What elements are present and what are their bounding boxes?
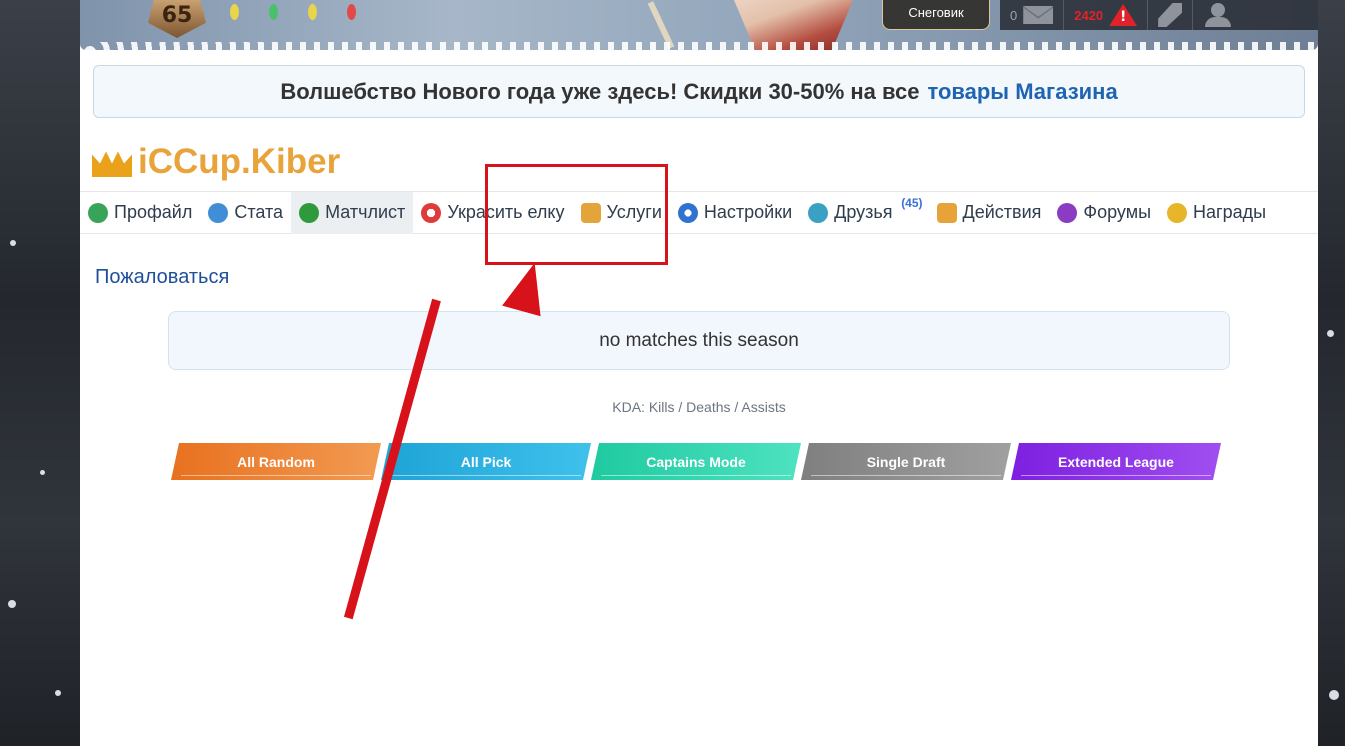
friends-count-badge: (45) (901, 195, 923, 210)
tab-label: Настройки (703, 202, 793, 222)
complain-link[interactable]: Пожаловаться (95, 266, 229, 289)
mode-all-random[interactable]: All Random (171, 443, 381, 480)
forums-icon (1057, 202, 1078, 223)
alerts-count: 2420 (1074, 7, 1104, 23)
announcement-bar: Волшебство Нового года уже здесь! Скидки… (93, 65, 1305, 118)
background-right (1317, 0, 1345, 746)
actions-icon (936, 202, 957, 223)
background-left (0, 0, 80, 746)
crown-icon (92, 151, 132, 177)
hero-art (734, 0, 853, 50)
matchlist-icon (299, 202, 320, 223)
tab-awards[interactable]: Награды (1159, 192, 1274, 234)
username: iCCup.Kiber (138, 142, 341, 181)
tab-label: Стата (234, 202, 284, 222)
stats-icon (208, 202, 229, 223)
alerts-link[interactable]: 2420 ! (1063, 0, 1147, 30)
tools-link[interactable] (1147, 0, 1192, 30)
mode-single-draft[interactable]: Single Draft (801, 443, 1011, 480)
game-mode-selector: All Random All Pick Captains Mode Single… (171, 443, 1221, 480)
settings-icon (677, 202, 698, 223)
tab-label: Профайл (114, 202, 193, 222)
wrench-icon (1158, 3, 1183, 27)
tab-label: Действия (962, 202, 1042, 222)
tab-profile[interactable]: Профайл (80, 192, 200, 234)
tab-stats[interactable]: Стата (200, 192, 291, 234)
warning-icon: ! (1109, 4, 1138, 26)
annotation-arrow-head (502, 258, 554, 317)
profile-page: 65 Снеговик 0 2420 ! Волшебство Нового г… (80, 0, 1318, 746)
shop-link[interactable]: товары Магазина (927, 79, 1117, 105)
candy-icon (421, 202, 442, 223)
no-matches-notice: no matches this season (168, 311, 1230, 370)
tab-settings[interactable]: Настройки (670, 192, 800, 234)
header-banner: 65 Снеговик 0 2420 ! (80, 0, 1318, 50)
user-icon (1203, 3, 1233, 27)
kda-legend: KDA: Kills / Deaths / Assists (612, 399, 786, 415)
tab-forums[interactable]: Форумы (1049, 192, 1159, 234)
tab-matchlist[interactable]: Матчлист (291, 191, 414, 234)
mode-captains-mode[interactable]: Captains Mode (591, 443, 801, 480)
tab-friends[interactable]: Друзья (45) (800, 192, 928, 234)
announcement-text: Волшебство Нового года уже здесь! Скидки… (280, 78, 920, 104)
nickname-button[interactable]: Снеговик (882, 0, 990, 30)
awards-icon (1167, 202, 1188, 223)
profile-icon (88, 202, 108, 223)
hero-staff (647, 1, 675, 49)
messages-count: 0 (1010, 7, 1018, 23)
mode-extended-league[interactable]: Extended League (1011, 443, 1221, 480)
profile-header: iCCup.Kiber (92, 140, 340, 184)
profile-tabs: Профайл Стата Матчлист Украсить елку Усл… (80, 191, 1318, 234)
account-link[interactable] (1192, 0, 1243, 30)
annotation-highlight-box (485, 164, 668, 265)
messages-link[interactable]: 0 (1000, 0, 1063, 30)
level-badge: 65 (148, 0, 206, 38)
friends-icon (808, 202, 829, 223)
mode-all-pick[interactable]: All Pick (381, 443, 591, 480)
tab-label: Друзья (834, 202, 893, 222)
top-right-panel: 0 2420 ! (1000, 0, 1318, 30)
tab-label: Матчлист (325, 202, 406, 222)
mail-icon (1023, 6, 1054, 24)
garland-lights (230, 4, 356, 20)
tab-actions[interactable]: Действия (929, 192, 1050, 234)
tab-label: Форумы (1083, 202, 1152, 222)
tab-label: Награды (1193, 202, 1267, 222)
